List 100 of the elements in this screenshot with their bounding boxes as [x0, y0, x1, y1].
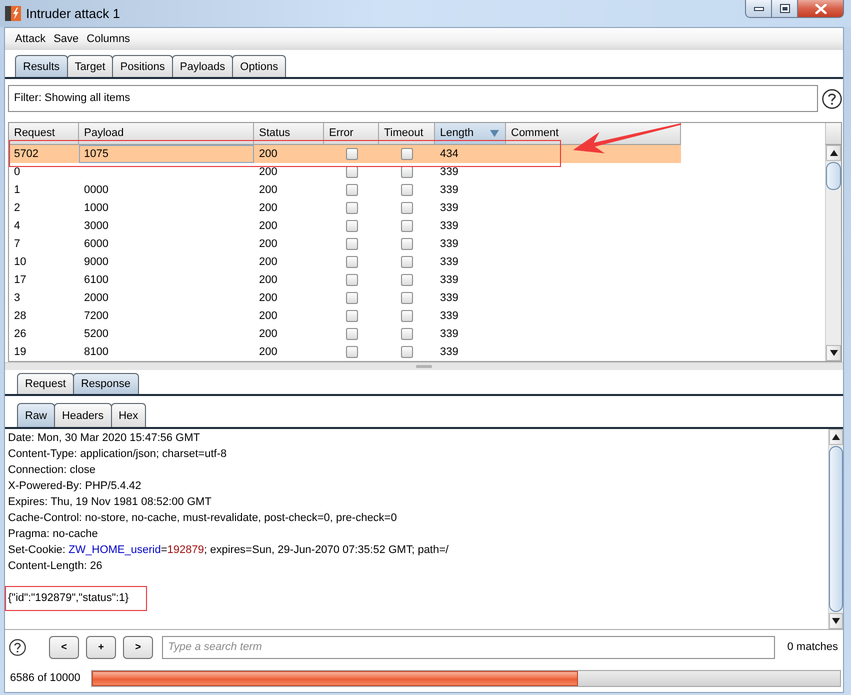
menu-item[interactable]: Columns	[82, 30, 134, 48]
table-row[interactable]: 17 6100 200 339	[9, 271, 681, 289]
help-icon[interactable]	[9, 638, 26, 656]
scroll-up-button[interactable]	[829, 429, 843, 445]
tab[interactable]: Raw	[17, 403, 56, 427]
response-line: Cache-Control: no-store, no-cache, must-revalidate, post-check=0, pre-check=0	[8, 511, 398, 526]
table-row[interactable]: 5702 1075 200 434	[9, 145, 681, 163]
menu-item[interactable]: Save	[50, 30, 83, 48]
checkbox[interactable]	[401, 310, 413, 322]
table-cell-text: 200	[258, 327, 278, 342]
checkbox[interactable]	[401, 202, 413, 214]
checkbox[interactable]	[401, 346, 413, 358]
nav-button[interactable]: >	[123, 636, 153, 658]
checkbox[interactable]	[346, 292, 358, 304]
scroll-down-button[interactable]	[826, 345, 841, 361]
scroll-up-button[interactable]	[826, 145, 841, 161]
help-icon[interactable]	[822, 88, 842, 108]
nav-button[interactable]: <	[49, 636, 79, 658]
table-row[interactable]: 1 0000 200 339	[9, 181, 681, 199]
column-header[interactable]: Payload	[79, 123, 254, 145]
checkbox[interactable]	[346, 238, 358, 250]
table-cell-text: 200	[258, 237, 278, 252]
nav-button[interactable]: +	[86, 636, 116, 658]
column-header[interactable]: Status	[254, 123, 324, 145]
checkbox[interactable]	[346, 148, 358, 160]
table-row[interactable]: 2 1000 200 339	[9, 199, 681, 217]
scroll-down-button[interactable]	[829, 613, 843, 629]
checkbox[interactable]	[346, 346, 358, 358]
checkbox[interactable]	[346, 274, 358, 286]
scrollbar[interactable]	[825, 145, 841, 361]
response-line: Pragma: no-cache	[8, 527, 99, 542]
tab[interactable]: Headers	[54, 403, 112, 427]
tab[interactable]: Options	[232, 55, 286, 77]
tab[interactable]: Positions	[112, 55, 173, 77]
progress-label: 6586 of 10000	[10, 672, 80, 684]
sort-arrow-icon	[490, 130, 499, 137]
checkbox[interactable]	[401, 220, 413, 232]
tab[interactable]: Response	[72, 373, 139, 394]
scrollbar-thumb[interactable]	[829, 446, 843, 612]
response-line: Expires: Thu, 19 Nov 1981 08:52:00 GMT	[8, 495, 212, 510]
table-row[interactable]: 4 3000 200 339	[9, 217, 681, 235]
column-header[interactable]: Request	[9, 123, 79, 145]
minimize-button[interactable]	[745, 0, 772, 18]
table-row[interactable]: 28 7200 200 339	[9, 307, 681, 325]
scrollbar-thumb[interactable]	[826, 162, 841, 190]
table-cell-text: 200	[258, 345, 278, 360]
table-cell-text: 2	[13, 201, 22, 216]
checkbox[interactable]	[401, 148, 413, 160]
tab[interactable]: Payloads	[172, 55, 234, 77]
checkbox[interactable]	[346, 328, 358, 340]
column-header[interactable]: Error	[324, 123, 379, 145]
table-cell-text: 9000	[83, 255, 110, 270]
table-row[interactable]: 0 200 339	[9, 163, 681, 181]
checkbox[interactable]	[401, 274, 413, 286]
tab[interactable]: Target	[66, 55, 114, 77]
tab[interactable]: Hex	[110, 403, 146, 427]
scrollbar[interactable]	[828, 429, 843, 629]
table-cell-text: 7200	[83, 309, 110, 324]
table-cell-text: 6000	[83, 237, 110, 252]
checkbox[interactable]	[346, 166, 358, 178]
tab[interactable]: Results	[15, 55, 68, 77]
table-row[interactable]: 10 9000 200 339	[9, 253, 681, 271]
match-count: 0 matches	[787, 641, 838, 653]
triangle-up-icon	[832, 434, 840, 440]
table-cell: 1075	[79, 145, 254, 163]
table-cell-text: 200	[258, 309, 278, 324]
table-row[interactable]: 26 5200 200 339	[9, 325, 681, 343]
column-header[interactable]: Length	[435, 123, 506, 145]
table-cell-text: 200	[258, 147, 278, 162]
table-row[interactable]: 3 2000 200 339	[9, 289, 681, 307]
tab[interactable]: Request	[17, 373, 74, 394]
checkbox[interactable]	[346, 220, 358, 232]
table-row[interactable]: 19 8100 200 339	[9, 343, 681, 361]
table-cell-text: 339	[439, 219, 460, 234]
table-cell-text: 26	[13, 327, 28, 342]
search-field[interactable]: Type a search term	[162, 636, 776, 658]
checkbox[interactable]	[401, 256, 413, 268]
checkbox[interactable]	[401, 184, 413, 196]
checkbox[interactable]	[346, 256, 358, 268]
table-cell-text: 200	[258, 201, 278, 216]
table-cell-text: 434	[439, 147, 460, 162]
column-header[interactable]: Comment	[506, 123, 681, 145]
checkbox[interactable]	[401, 292, 413, 304]
column-header[interactable]: Timeout	[379, 123, 435, 145]
close-button[interactable]	[797, 0, 844, 18]
grip-icon	[416, 365, 432, 368]
response-line: Connection: close	[8, 463, 96, 478]
table-cell-text: 3	[13, 291, 22, 306]
checkbox[interactable]	[401, 166, 413, 178]
checkbox[interactable]	[346, 202, 358, 214]
checkbox[interactable]	[401, 328, 413, 340]
table-cell-text: 2000	[83, 291, 110, 306]
checkbox[interactable]	[401, 238, 413, 250]
filter-bar[interactable]: Filter: Showing all items	[8, 85, 818, 112]
checkbox[interactable]	[346, 310, 358, 322]
checkbox[interactable]	[346, 184, 358, 196]
response-line: Content-Length: 26	[8, 559, 104, 574]
table-row[interactable]: 7 6000 200 339	[9, 235, 681, 253]
menu-item[interactable]: Attack	[11, 30, 50, 48]
maximize-button[interactable]	[771, 0, 798, 18]
